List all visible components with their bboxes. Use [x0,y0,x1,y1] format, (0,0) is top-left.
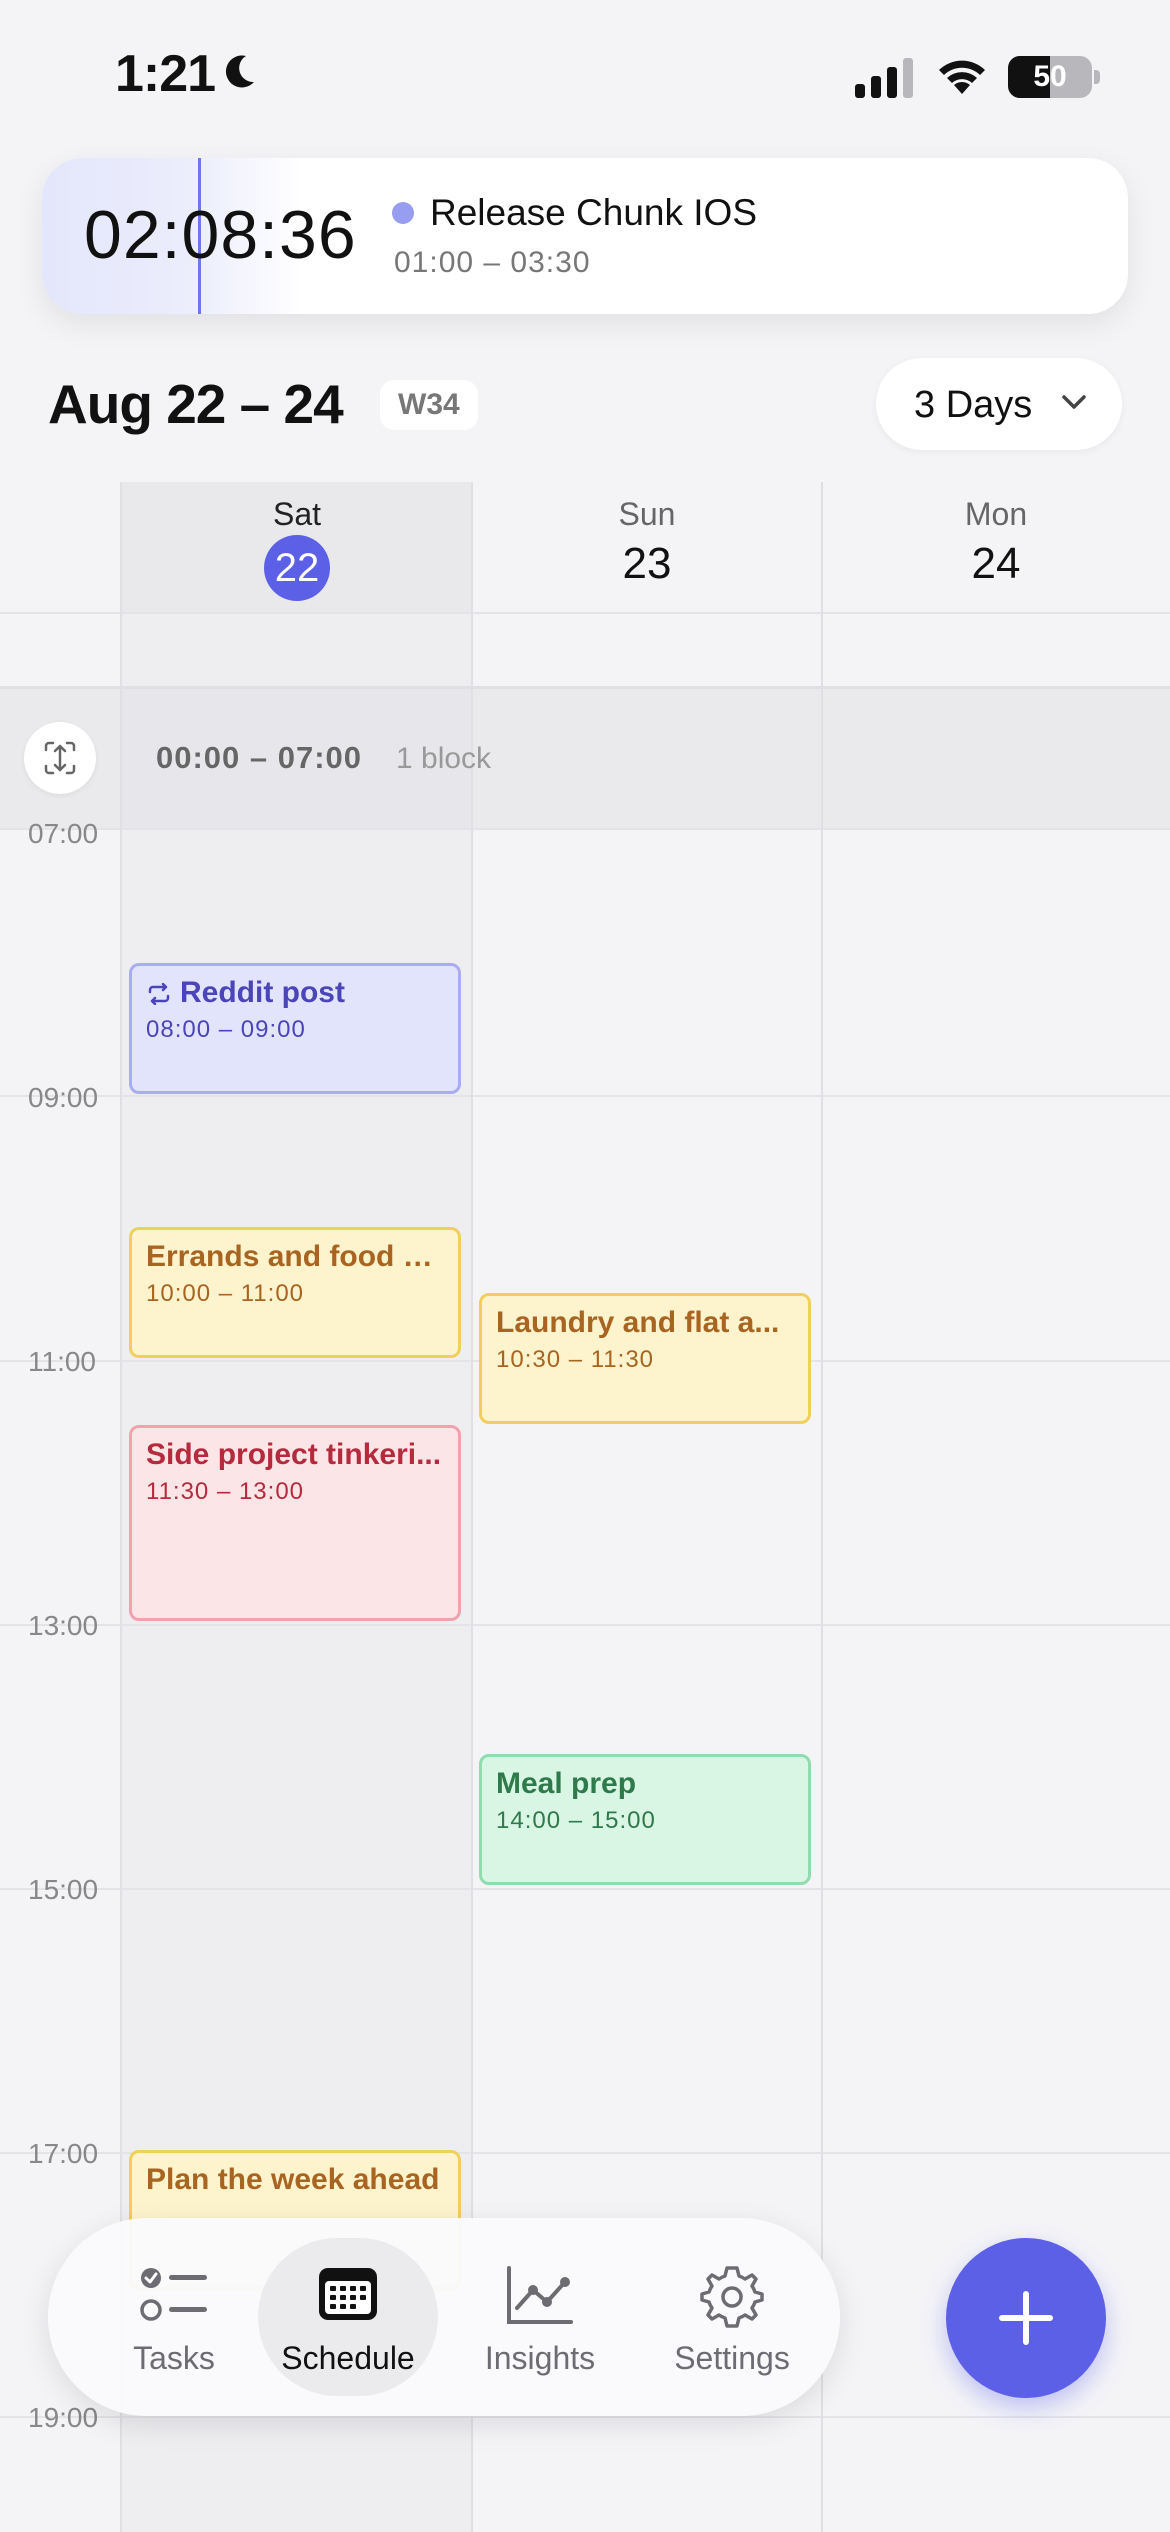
event-time: 11:30 – 13:00 [146,1478,305,1505]
event-title: Laundry and flat a... [496,1306,780,1339]
view-mode-dropdown[interactable]: 3 Days [876,358,1122,450]
event-block[interactable]: Laundry and flat a... 10:30 – 11:30 [479,1293,811,1424]
hour-line [0,1624,1170,1626]
day-name: Sun [618,496,676,532]
plus-icon [999,2291,1053,2345]
expand-hours-button[interactable] [24,722,96,794]
task-color-dot [392,202,414,224]
day-header-sun[interactable]: Sun 23 [472,482,822,612]
day-name: Mon [964,496,1028,532]
event-block[interactable]: Reddit post 08:00 – 09:00 [129,963,461,1094]
event-time: 10:00 – 11:00 [146,1280,305,1307]
hour-label: 09:00 [28,1082,99,1113]
repeat-icon [148,982,170,1006]
event-title-row: Reddit post [146,976,444,1010]
day-header-sat[interactable]: Sat 22 [122,482,472,612]
divider [0,612,1170,614]
tab-label: Schedule [281,2340,415,2376]
tab-label: Tasks [133,2340,215,2376]
hour-label: 13:00 [28,1610,99,1641]
hour-label: 17:00 [28,2138,99,2169]
day-number: 24 [971,539,1021,588]
chevron-down-icon [1062,395,1086,409]
hour-label: 11:00 [28,1346,96,1377]
expand-icon [44,741,76,775]
hour-label: 07:00 [28,818,99,849]
collapsed-range: 00:00 – 07:00 [156,740,363,775]
battery-icon: 50 [1008,56,1092,98]
tab-label: Insights [484,2340,596,2376]
task-title: Release Chunk IOS [430,192,758,233]
tab-tasks[interactable]: Tasks [84,2218,264,2416]
day-name: Sat [272,496,322,532]
calendar-icon [319,2268,377,2320]
event-time: 14:00 – 15:00 [496,1807,656,1834]
chart-icon [507,2266,573,2324]
hour-label: 15:00 [28,1874,99,1905]
event-time: 10:30 – 11:30 [496,1346,655,1373]
signal-icon [855,58,913,98]
event-title: Meal prep [496,1767,637,1800]
event-title: Side project tinkeri... [146,1438,442,1471]
task-timer: 02:08:36 [84,197,357,273]
event-block[interactable]: Errands and food s... 10:00 – 11:00 [129,1227,461,1358]
status-time: 1:21 [115,45,216,103]
hour-line [0,1095,1170,1097]
day-header-mon[interactable]: Mon 24 [822,482,1170,612]
moon-icon [225,55,254,88]
view-mode-label: 3 Days [914,384,1033,426]
tab-settings[interactable]: Settings [642,2218,822,2416]
collapsed-count: 1 block [396,742,492,775]
event-title: Errands and food s... [146,1240,444,1273]
task-time-range: 01:00 – 03:30 [394,246,591,279]
tasks-icon [140,2268,207,2321]
wifi-icon [939,60,985,94]
add-button[interactable] [946,2238,1106,2398]
event-title: Plan the week ahead [146,2163,440,2196]
tab-insights[interactable]: Insights [450,2218,630,2416]
tab-schedule[interactable]: Schedule [258,2218,438,2416]
event-time: 08:00 – 09:00 [146,1016,306,1043]
tab-bar: Tasks Schedule Insights Settings [48,2218,840,2416]
battery-level: 50 [1033,60,1067,93]
week-badge: W34 [380,380,478,430]
hour-line [0,1888,1170,1890]
current-task-card[interactable]: 02:08:36 Release Chunk IOS 01:00 – 03:30 [42,158,1128,314]
event-title: Reddit post [180,976,345,1009]
hour-line [0,2416,1170,2418]
today-date-badge: 22 [264,535,330,601]
event-block[interactable]: Side project tinkeri... 11:30 – 13:00 [129,1425,461,1621]
gear-icon [700,2266,764,2328]
date-range-title: Aug 22 – 24 [48,373,344,435]
status-bar: 1:21 50 [0,0,1170,150]
event-block[interactable]: Meal prep 14:00 – 15:00 [479,1754,811,1885]
day-number: 23 [622,539,672,588]
tab-label: Settings [674,2340,790,2376]
